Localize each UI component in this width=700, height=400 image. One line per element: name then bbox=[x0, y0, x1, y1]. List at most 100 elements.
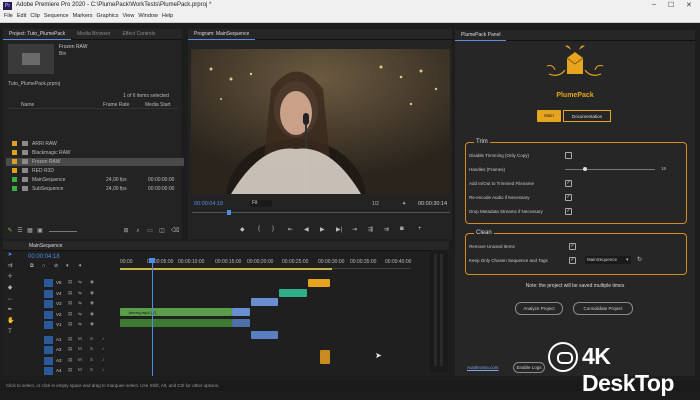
clip-a4[interactable] bbox=[320, 350, 330, 364]
sync-lock-icon[interactable]: ⇋ bbox=[78, 321, 82, 327]
clip-a1[interactable] bbox=[251, 331, 278, 339]
consolidate-project-button[interactable]: Consolidate Project bbox=[573, 302, 633, 315]
timeline-playhead[interactable] bbox=[152, 258, 153, 376]
track-select-icon[interactable]: ⇉ bbox=[7, 263, 13, 269]
menu-markers[interactable]: Markers bbox=[73, 13, 93, 19]
mute-icon[interactable]: M bbox=[78, 367, 82, 372]
analyze-project-button[interactable]: Analyze Project bbox=[515, 302, 563, 315]
menu-file[interactable]: File bbox=[4, 13, 13, 19]
tab-main[interactable]: Main bbox=[537, 110, 561, 122]
checkbox-reencode-audio[interactable]: ✓ bbox=[565, 194, 572, 201]
go-to-in-icon[interactable]: ⇤ bbox=[288, 226, 293, 233]
mark-in-icon[interactable]: { bbox=[258, 226, 260, 232]
step-back-icon[interactable]: ◀ bbox=[304, 226, 309, 233]
solo-icon[interactable]: S bbox=[90, 346, 93, 351]
source-patch[interactable] bbox=[44, 289, 53, 298]
lock-icon[interactable]: ▤ bbox=[68, 311, 72, 317]
tab-project[interactable]: Project: Tuto_PlumePack bbox=[3, 29, 72, 40]
microphone-icon[interactable]: ♪ bbox=[102, 357, 104, 362]
new-item-icon[interactable]: ◫ bbox=[159, 228, 165, 234]
source-patch[interactable] bbox=[44, 310, 53, 319]
enable-logs-button[interactable]: Enable Logs bbox=[513, 362, 545, 373]
icon-view-icon[interactable]: ▦ bbox=[27, 228, 33, 234]
clip-a-lower[interactable] bbox=[232, 319, 250, 327]
pen-tool-icon[interactable]: ✒ bbox=[7, 307, 13, 313]
close-icon[interactable]: ✕ bbox=[686, 1, 692, 9]
marker-icon[interactable]: ◆ bbox=[240, 226, 245, 233]
col-name[interactable]: Name bbox=[21, 102, 34, 108]
checkbox-remove-unused[interactable]: ✓ bbox=[569, 243, 576, 250]
tab-effect-controls[interactable]: Effect Controls bbox=[117, 29, 162, 39]
playhead-handle[interactable] bbox=[149, 258, 155, 263]
sync-lock-icon[interactable]: ⇋ bbox=[78, 279, 82, 285]
refresh-icon[interactable]: ↻ bbox=[637, 256, 642, 263]
freeform-view-icon[interactable]: ▣ bbox=[37, 228, 43, 234]
microphone-icon[interactable]: ♪ bbox=[102, 346, 104, 351]
lock-icon[interactable]: ▤ bbox=[68, 300, 72, 306]
trash-icon[interactable]: ⌫ bbox=[171, 228, 179, 234]
nest-icon[interactable]: ⧉ bbox=[30, 263, 34, 269]
project-item[interactable]: RED R3D bbox=[6, 167, 184, 175]
lock-icon[interactable]: ▤ bbox=[68, 321, 72, 327]
lock-icon[interactable]: ▤ bbox=[68, 279, 72, 285]
eye-icon[interactable]: ◉ bbox=[90, 311, 94, 317]
add-button-icon[interactable]: + bbox=[418, 226, 422, 232]
eye-icon[interactable]: ◉ bbox=[90, 279, 94, 285]
slip-tool-icon[interactable]: ↔ bbox=[7, 296, 13, 302]
menu-sequence[interactable]: Sequence bbox=[44, 13, 69, 19]
pencil-icon[interactable]: ✎ bbox=[7, 228, 13, 234]
sync-lock-icon[interactable]: ⇋ bbox=[78, 300, 82, 306]
razor-tool-icon[interactable]: ◆ bbox=[7, 285, 13, 291]
eye-icon[interactable]: ◉ bbox=[90, 290, 94, 296]
overwrite-icon[interactable]: ⇉ bbox=[384, 226, 389, 233]
checkbox-disable-trimming[interactable] bbox=[565, 152, 572, 159]
sequence-select[interactable]: MainSequence bbox=[585, 256, 631, 264]
automate-icon[interactable]: ⊞ bbox=[123, 228, 129, 234]
project-item[interactable]: ARRI RAW bbox=[6, 140, 184, 148]
tab-plumepack[interactable]: PlumePack Panel bbox=[455, 30, 507, 41]
microphone-icon[interactable]: ♪ bbox=[102, 336, 104, 341]
program-timecode[interactable]: 00:00:04:18 bbox=[194, 201, 223, 207]
minimize-icon[interactable]: – bbox=[652, 1, 656, 8]
clip-v3[interactable] bbox=[251, 298, 278, 306]
snap-icon[interactable]: ∩ bbox=[42, 263, 46, 269]
resolution-select[interactable]: 1/2 bbox=[372, 201, 379, 207]
menu-window[interactable]: Window bbox=[138, 13, 158, 19]
col-media-start[interactable]: Media Start bbox=[145, 102, 171, 108]
new-bin-icon[interactable]: ▭ bbox=[147, 228, 153, 234]
solo-icon[interactable]: S bbox=[90, 357, 93, 362]
chevron-down-icon[interactable]: ▾ bbox=[626, 257, 629, 263]
checkbox-keep-chosen[interactable]: ✓ bbox=[569, 257, 576, 264]
add-marker-icon[interactable]: ▾ bbox=[66, 263, 69, 269]
label-color-swatch[interactable] bbox=[12, 177, 17, 182]
list-view-icon[interactable]: ☰ bbox=[17, 228, 23, 234]
timeline-timecode[interactable]: 00:00:04:18 bbox=[28, 254, 60, 260]
mute-icon[interactable]: M bbox=[78, 336, 82, 341]
source-patch[interactable] bbox=[44, 321, 53, 329]
clip-v4[interactable] bbox=[279, 289, 307, 297]
source-patch[interactable] bbox=[44, 356, 53, 365]
go-to-out-icon[interactable]: ⇥ bbox=[352, 226, 357, 233]
hand-tool-icon[interactable]: ✋ bbox=[7, 318, 14, 324]
solo-icon[interactable]: S bbox=[90, 336, 93, 341]
tab-program[interactable]: Program: MainSequence bbox=[188, 29, 256, 40]
linked-selection-icon[interactable]: ⊘ bbox=[54, 263, 58, 269]
ripple-edit-icon[interactable]: ✛ bbox=[7, 274, 13, 280]
lock-icon[interactable]: ▤ bbox=[68, 367, 72, 373]
label-color-swatch[interactable] bbox=[12, 168, 17, 173]
selection-tool-icon[interactable]: ➤ bbox=[7, 252, 13, 258]
project-item[interactable]: Blackmagic RAW bbox=[6, 149, 184, 157]
solo-icon[interactable]: S bbox=[90, 367, 93, 372]
zoom-slider[interactable] bbox=[49, 231, 77, 232]
eye-icon[interactable]: ◉ bbox=[90, 321, 94, 327]
lock-icon[interactable]: ▤ bbox=[68, 346, 72, 352]
mute-icon[interactable]: M bbox=[78, 346, 82, 351]
project-item[interactable]: Frozen RAW bbox=[6, 158, 184, 166]
menu-graphics[interactable]: Graphics bbox=[97, 13, 119, 19]
source-patch[interactable] bbox=[44, 367, 53, 375]
microphone-icon[interactable]: ♪ bbox=[102, 367, 104, 372]
insert-icon[interactable]: ⇶ bbox=[368, 226, 373, 233]
label-color-swatch[interactable] bbox=[12, 159, 17, 164]
project-item[interactable]: MainSequence 24,00 fps 00:00:00:00 bbox=[6, 176, 184, 184]
checkbox-add-in-out[interactable]: ✓ bbox=[565, 180, 572, 187]
